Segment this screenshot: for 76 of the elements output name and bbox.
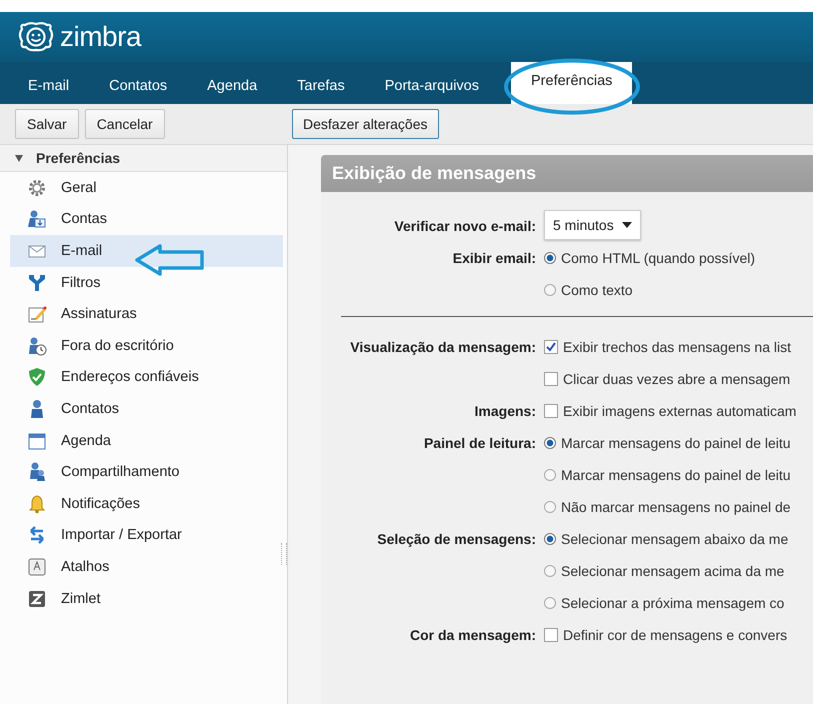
logo-icon	[16, 21, 56, 53]
sidebar-item[interactable]: E-mail	[10, 235, 283, 267]
logo-wordmark: zimbra	[60, 21, 142, 53]
radio-button[interactable]	[544, 469, 556, 481]
sidebar-item[interactable]: Contas	[10, 204, 283, 236]
sidebar-item[interactable]: Importar / Exportar	[10, 520, 283, 552]
nav-tab[interactable]: Agenda	[188, 62, 276, 104]
field-label: Cor da mensagem:	[408, 626, 536, 645]
filter-icon	[27, 272, 47, 293]
sidebar-item[interactable]: Filtros	[10, 266, 283, 298]
checkbox[interactable]	[544, 404, 558, 418]
option-label: Não marcar mensagens no painel de	[561, 499, 791, 515]
radio-button[interactable]	[544, 597, 556, 609]
sidebar-item[interactable]: Fora do escritório	[10, 330, 283, 362]
checkbox[interactable]	[544, 628, 558, 642]
option-label: Exibir trechos das mensagens na list	[563, 339, 791, 355]
caret-icon	[622, 222, 632, 228]
option-label: Definir cor de mensagens e convers	[563, 627, 788, 643]
sidebar-item[interactable]: Contatos	[10, 393, 283, 425]
field-label: Imagens:	[474, 402, 536, 421]
pointer-arrow	[135, 244, 204, 276]
radio-button[interactable]	[544, 437, 556, 449]
sidebar-item[interactable]: Compartilhamento	[10, 456, 283, 488]
swap-arrows-icon	[27, 525, 47, 546]
checkbox[interactable]	[544, 372, 558, 386]
sidebar-header[interactable]: Preferências	[0, 145, 287, 172]
undo-button[interactable]: Desfazer alterações	[292, 109, 439, 139]
radio-button[interactable]	[544, 501, 556, 513]
field-label: Visualização da mensagem:	[349, 338, 536, 357]
sidebar-item[interactable]: Atalhos	[10, 551, 283, 583]
keyboard-key-icon	[27, 556, 47, 577]
option-label: Como texto	[561, 282, 633, 298]
option-label: Exibir imagens externas automaticam	[563, 403, 796, 419]
interval-dropdown[interactable]: 5 minutos	[544, 210, 641, 240]
sidebar-item[interactable]: Agenda	[10, 424, 283, 456]
radio-button[interactable]	[544, 252, 556, 264]
sidebar-item[interactable]: Zimlet	[10, 582, 283, 614]
sidebar-item[interactable]: Endereços confiáveis	[10, 362, 283, 394]
option-label: Como HTML (quando possível)	[561, 250, 756, 266]
people-icon	[27, 462, 47, 482]
option-label: Marcar mensagens do painel de leitu	[561, 467, 791, 483]
checkbox[interactable]	[544, 340, 558, 354]
shield-check-icon	[27, 367, 47, 388]
sidebar-item[interactable]: Geral	[10, 172, 283, 204]
section-header: Exibição de mensagens	[321, 155, 813, 192]
sidebar-title: Preferências	[36, 150, 120, 166]
person-clock-icon	[27, 336, 47, 356]
calendar-icon	[27, 430, 47, 451]
sidebar-item[interactable]: Assinaturas	[10, 298, 283, 330]
toolbar-button[interactable]: Salvar	[15, 109, 79, 139]
option-label: Selecionar mensagem acima da me	[561, 563, 784, 579]
expand-triangle-icon[interactable]	[14, 153, 24, 163]
bell-icon	[27, 494, 47, 514]
option-label: Marcar mensagens do painel de leitu	[561, 435, 791, 451]
z-block-icon	[27, 588, 47, 609]
radio-button[interactable]	[544, 565, 556, 577]
nav-tab[interactable]: Preferências	[511, 62, 632, 104]
people-icon	[27, 209, 47, 230]
gear-icon	[27, 178, 47, 198]
sidebar-item[interactable]: Notificações	[10, 488, 283, 520]
signature-icon	[27, 304, 47, 324]
nav-tab[interactable]: Contatos	[90, 62, 186, 104]
radio-button[interactable]	[544, 533, 556, 545]
field-label: Verificar novo e-mail:	[393, 217, 536, 236]
option-label: Selecionar a próxima mensagem co	[561, 595, 784, 611]
option-label: Clicar duas vezes abre a mensagem	[563, 371, 790, 387]
field-label: Seleção de mensagens:	[376, 530, 536, 549]
option-label: Selecionar mensagem abaixo da me	[561, 531, 788, 547]
field-label: Painel de leitura:	[422, 434, 536, 453]
field-label: Exibir email:	[452, 249, 536, 268]
splitter-handle[interactable]	[281, 543, 287, 565]
nav-tab[interactable]: Porta-arquivos	[366, 62, 498, 104]
toolbar-button[interactable]: Cancelar	[84, 109, 165, 139]
radio-button[interactable]	[544, 284, 556, 296]
nav-tab[interactable]: Tarefas	[278, 62, 364, 104]
nav-tab[interactable]: E-mail	[9, 62, 88, 104]
